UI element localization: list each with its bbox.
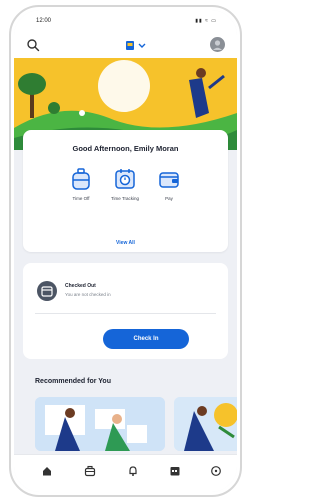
search-icon[interactable] xyxy=(26,38,40,52)
briefcase-icon[interactable] xyxy=(84,465,96,477)
check-status-subtitle: You are not checked in xyxy=(65,292,111,297)
app-header xyxy=(14,32,237,58)
bell-icon[interactable] xyxy=(127,465,139,477)
status-bar: 12:00 ▮▮ ≈ ▭ xyxy=(14,10,237,32)
chat-icon[interactable] xyxy=(210,465,222,477)
avatar[interactable] xyxy=(210,37,225,52)
status-icons: ▮▮ ≈ ▭ xyxy=(195,18,217,24)
check-status-title: Checked Out xyxy=(65,283,96,289)
wallet-icon xyxy=(159,172,179,188)
recommended-title: Recommended for You xyxy=(35,378,111,385)
greeting-card: Good Afternoon, Emily Moran Time Off Tim… xyxy=(23,130,228,252)
recommended-card-1[interactable] xyxy=(35,397,165,451)
app-screen: 12:00 ▮▮ ≈ ▭ Good Afternoon, Emily Moran… xyxy=(14,10,237,492)
phone-frame: 12:00 ▮▮ ≈ ▭ Good Afternoon, Emily Moran… xyxy=(9,5,242,497)
home-icon[interactable] xyxy=(41,465,53,477)
time-tracking-icon xyxy=(115,169,135,189)
pay-label: Pay xyxy=(165,196,173,201)
check-in-button[interactable]: Check In xyxy=(103,329,189,349)
calendar-icon[interactable] xyxy=(169,465,181,477)
time-off-label: Time Off xyxy=(72,196,90,201)
view-all-link[interactable]: View All xyxy=(23,240,228,246)
greeting-text: Good Afternoon, Emily Moran xyxy=(72,144,179,153)
clock-status-icon xyxy=(37,281,57,301)
check-status-card: Checked Out You are not checked in Check… xyxy=(23,263,228,359)
recommended-card-2[interactable] xyxy=(174,397,237,451)
card-divider xyxy=(35,313,216,314)
luggage-icon xyxy=(72,168,90,190)
company-logo-icon[interactable] xyxy=(118,38,150,52)
time-tracking-label: Time Tracking xyxy=(110,196,140,201)
time-off-action[interactable]: Time Off xyxy=(59,167,103,202)
avatar-icon xyxy=(213,40,222,50)
bottom-navigation xyxy=(14,454,237,492)
status-time: 12:00 xyxy=(36,18,52,24)
time-tracking-action[interactable]: Time Tracking xyxy=(103,167,147,202)
pay-action[interactable]: Pay xyxy=(147,167,191,202)
